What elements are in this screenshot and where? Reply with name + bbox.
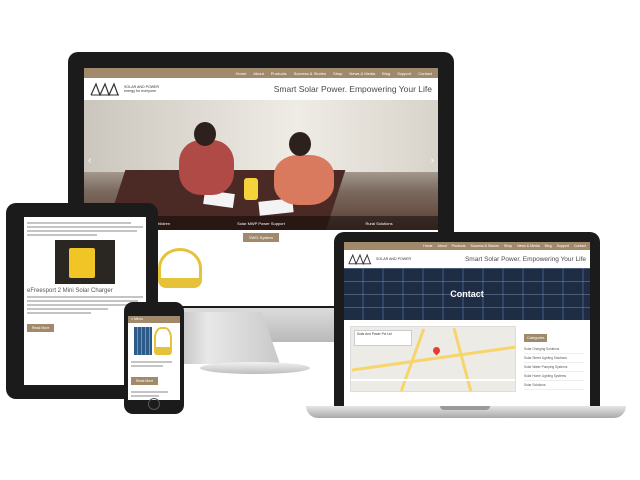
nav-item-news[interactable]: News & Media — [517, 244, 540, 248]
page-title: Contact — [450, 289, 484, 299]
phone-device: ≡ Menu Read More — [124, 302, 184, 414]
nav-item-news[interactable]: News & Media — [349, 71, 375, 76]
nav-item-blog[interactable]: Blog — [545, 244, 552, 248]
site-tagline: Smart Solar Power. Empowering Your Life — [273, 84, 432, 94]
nav-item-shop[interactable]: Shop — [504, 244, 512, 248]
nav-item-blog[interactable]: Blog — [382, 71, 390, 76]
desktop-header: SOLAR AND POWER energy for everyone Smar… — [84, 78, 438, 100]
product-image[interactable] — [55, 240, 115, 284]
chevron-right-icon[interactable]: › — [431, 155, 434, 166]
nav-item-contact[interactable]: Contact — [574, 244, 586, 248]
map-pin-icon[interactable] — [431, 345, 442, 356]
monitor-foot — [200, 362, 310, 374]
nav-item-products[interactable]: Products — [452, 244, 466, 248]
home-button-icon — [148, 398, 160, 410]
section-button[interactable]: SWG System — [242, 232, 279, 242]
site-logo[interactable]: SOLAR AND POWER energy for everyone — [90, 82, 159, 96]
sidebar-item[interactable]: Solar Street Lighting Solutions — [524, 354, 584, 363]
laptop-header: SOLAR AND POWER Smart Solar Power. Empow… — [344, 250, 590, 268]
logo-mark-icon — [348, 253, 372, 265]
site-tagline: Smart Solar Power. Empowering Your Life — [464, 255, 586, 263]
laptop-device: Home About Products Success & Stories Sh… — [334, 232, 600, 412]
chevron-left-icon[interactable]: ‹ — [88, 155, 91, 166]
hero-caption[interactable]: Solar MWP Power Support — [202, 221, 320, 226]
sidebar: Categories Solar Charging Solutions Sola… — [524, 326, 584, 392]
solar-bag-image[interactable] — [158, 248, 202, 288]
contact-banner: Contact — [344, 268, 590, 320]
product-title[interactable]: eFreesport 2 Mini Solar Charger — [27, 288, 143, 294]
sidebar-item[interactable]: Solar Home Lighting Systems — [524, 372, 584, 381]
laptop-screen: Home About Products Success & Stories Sh… — [344, 242, 590, 406]
nav-item-stories[interactable]: Success & Stories — [294, 71, 326, 76]
phone-button[interactable]: Read More — [131, 377, 159, 385]
hero-caption[interactable]: Rural Solutions — [320, 221, 438, 226]
nav-item-home[interactable]: Home — [236, 71, 247, 76]
read-more-button[interactable]: Read More — [27, 324, 55, 332]
nav-item-support[interactable]: Support — [397, 71, 411, 76]
solar-lamp-image — [244, 178, 258, 200]
desktop-nav: Home About Products Success & Stories Sh… — [84, 68, 438, 78]
logo-subtext: energy for everyone — [124, 89, 156, 93]
sidebar-item[interactable]: Solar Solutions — [524, 381, 584, 390]
sidebar-heading: Categories — [524, 334, 548, 342]
nav-item-about[interactable]: About — [253, 71, 263, 76]
phone-menu[interactable]: ≡ Menu — [128, 316, 180, 323]
logo-text: SOLAR AND POWER — [376, 256, 412, 261]
location-map[interactable]: Solar And Power Pvt Ltd — [350, 326, 516, 392]
logo-mark-icon — [90, 82, 119, 96]
sidebar-item[interactable]: Solar Water Pumping Systems — [524, 363, 584, 372]
nav-item-shop[interactable]: Shop — [333, 71, 342, 76]
laptop-notch — [440, 406, 490, 410]
laptop-nav: Home About Products Success & Stories Sh… — [344, 242, 590, 250]
nav-item-contact[interactable]: Contact — [418, 71, 432, 76]
nav-item-stories[interactable]: Success & Stories — [470, 244, 498, 248]
nav-item-home[interactable]: Home — [423, 244, 432, 248]
map-info-card[interactable]: Solar And Power Pvt Ltd — [354, 330, 412, 346]
nav-item-about[interactable]: About — [438, 244, 447, 248]
nav-item-support[interactable]: Support — [557, 244, 569, 248]
nav-item-products[interactable]: Products — [271, 71, 287, 76]
sidebar-item[interactable]: Solar Charging Solutions — [524, 345, 584, 354]
phone-product-image[interactable] — [134, 327, 174, 357]
site-logo[interactable]: SOLAR AND POWER — [348, 253, 411, 265]
phone-screen: ≡ Menu Read More — [128, 316, 180, 400]
